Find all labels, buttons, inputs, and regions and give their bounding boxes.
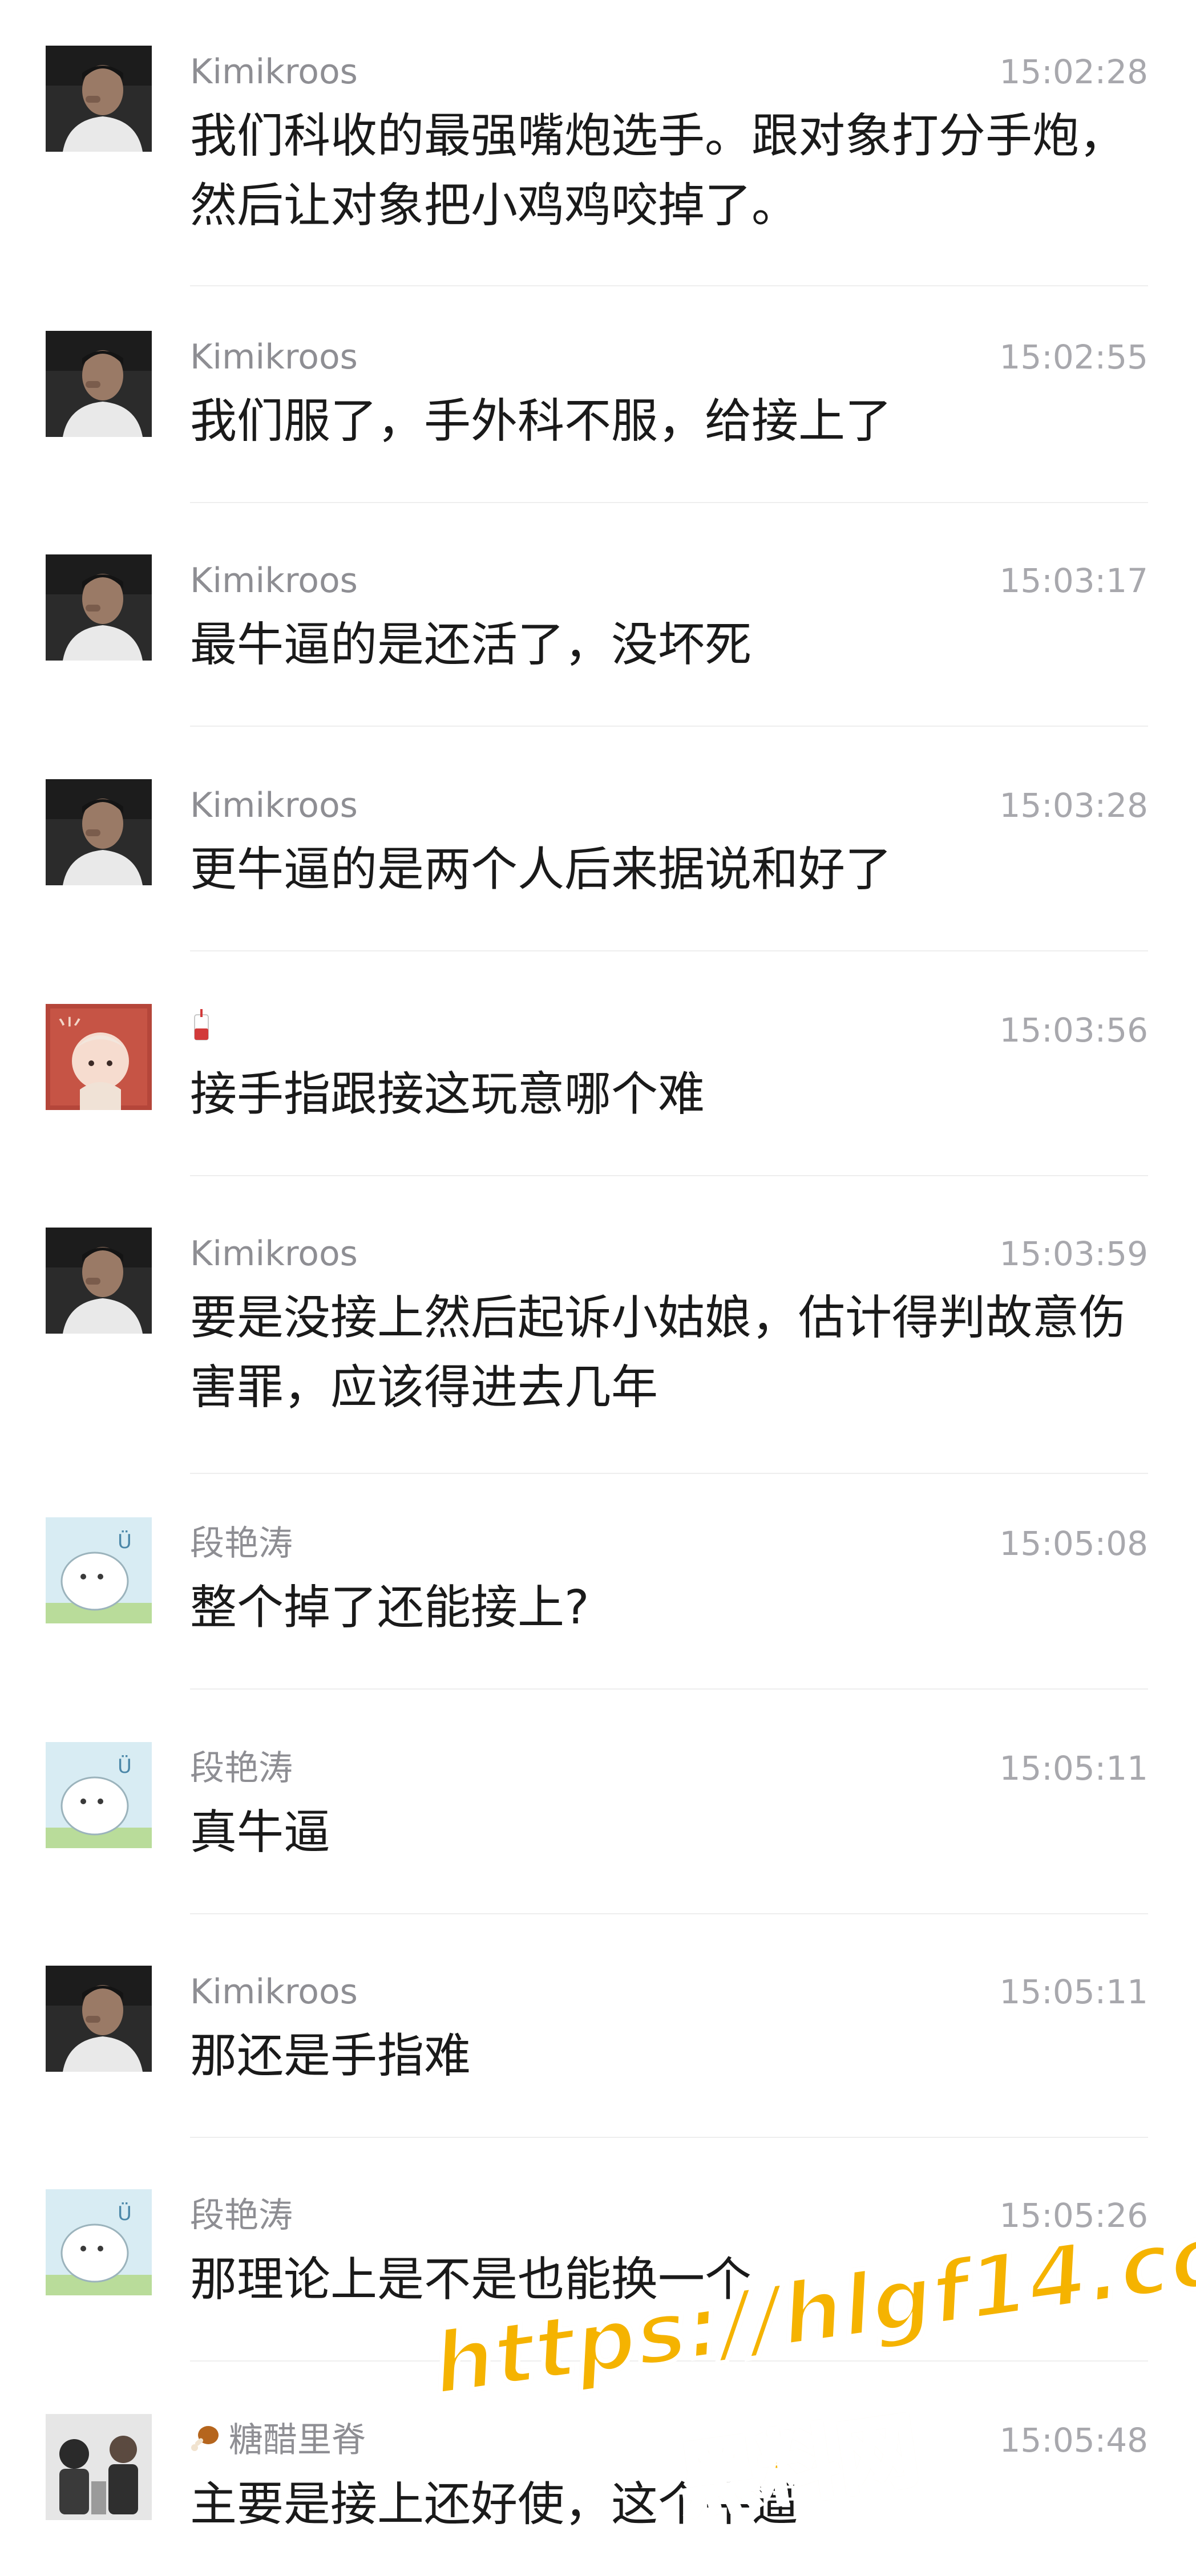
person-icon [46,1966,152,2072]
cartoon-girl-icon: ⺌ [46,1004,152,1110]
person-icon [46,1228,152,1334]
avatar[interactable]: Ü [46,1517,152,1623]
watermark-label: 黑料网 [671,2401,926,2532]
message-text: 我们服了，手外科不服，给接上了 [190,394,892,448]
sender-name[interactable]: 段艳涛 [190,1521,293,1566]
message-text: 最牛逼的是还活了，没坏死 [190,618,752,672]
drink-cup-icon [190,1009,213,1055]
sender-name[interactable]: Kimikroos [190,49,358,95]
sender-name[interactable]: 糖醋里脊 [190,2417,366,2465]
svg-text:Ü: Ü [118,1530,132,1553]
message-text: 真牛逼 [190,1805,331,1860]
message-text: 要是没接上然后起诉小姑娘，估计得判故意伤害罪，应该得进去几年 [190,1291,1126,1415]
avatar[interactable] [46,779,152,885]
message-timestamp: 15:05:11 [999,1749,1149,1788]
svg-text:Ü: Ü [118,1755,132,1778]
group-photo-icon [46,2414,152,2520]
avatar[interactable] [46,1228,152,1334]
sender-label: 糖醋里脊 [229,2420,366,2460]
white-creature-icon: Ü [46,2189,152,2295]
avatar[interactable]: ⺌ [46,1004,152,1110]
message-text: 我们科收的最强嘴炮选手。跟对象打分手炮，然后让对象把小鸡鸡咬掉了。 [190,109,1126,233]
avatar[interactable]: Ü [46,2189,152,2295]
svg-text:⺌: ⺌ [56,1014,83,1046]
divider [190,950,1148,951]
message-timestamp: 15:03:56 [999,1011,1149,1050]
watermark: https://hlgf14.com 黑料网 [425,2190,1196,2533]
sender-name[interactable]: Kimikroos [190,334,358,380]
divider [190,1913,1148,1914]
message-timestamp: 15:03:59 [999,1234,1149,1273]
message-timestamp: 15:05:11 [999,1972,1149,2011]
sender-name[interactable] [190,1007,221,1055]
avatar[interactable] [46,554,152,661]
message-text: 更牛逼的是两个人后来据说和好了 [190,843,892,897]
chat-history: Kimikroos 15:02:28 我们科收的最强嘴炮选手。跟对象打分手炮，然… [0,0,1196,2576]
divider [190,726,1148,727]
sender-name[interactable]: Kimikroos [190,1969,358,2015]
avatar[interactable] [46,2414,152,2520]
white-creature-icon: Ü [46,1742,152,1848]
divider [190,502,1148,503]
message-text: 那还是手指难 [190,2029,471,2083]
message-timestamp: 15:02:28 [999,52,1149,91]
svg-text:Ü: Ü [118,2202,132,2225]
sender-name[interactable]: Kimikroos [190,558,358,604]
avatar[interactable]: Ü [46,1742,152,1848]
avatar[interactable] [46,1966,152,2072]
message-text: 接手指跟接这玩意哪个难 [190,1067,705,1121]
message-timestamp: 15:02:55 [999,338,1149,376]
sender-name[interactable]: 段艳涛 [190,1745,293,1791]
person-icon [46,331,152,437]
white-creature-icon: Ü [46,1517,152,1623]
person-icon [46,554,152,661]
message-timestamp: 15:03:17 [999,561,1149,600]
person-icon [46,46,152,152]
message-timestamp: 15:03:28 [999,786,1149,825]
sender-name[interactable]: Kimikroos [190,1231,358,1277]
message-text: 整个掉了还能接上? [190,1581,589,1635]
divider [190,1175,1148,1176]
message-timestamp: 15:05:08 [999,1524,1149,1563]
avatar[interactable] [46,46,152,152]
divider [190,2137,1148,2138]
sender-name[interactable]: Kimikroos [190,783,358,828]
person-icon [46,779,152,885]
drumstick-icon [190,2419,221,2465]
divider [190,285,1148,286]
sender-name[interactable]: 段艳涛 [190,2193,293,2238]
divider [190,1473,1148,1474]
divider [190,1688,1148,1690]
avatar[interactable] [46,331,152,437]
